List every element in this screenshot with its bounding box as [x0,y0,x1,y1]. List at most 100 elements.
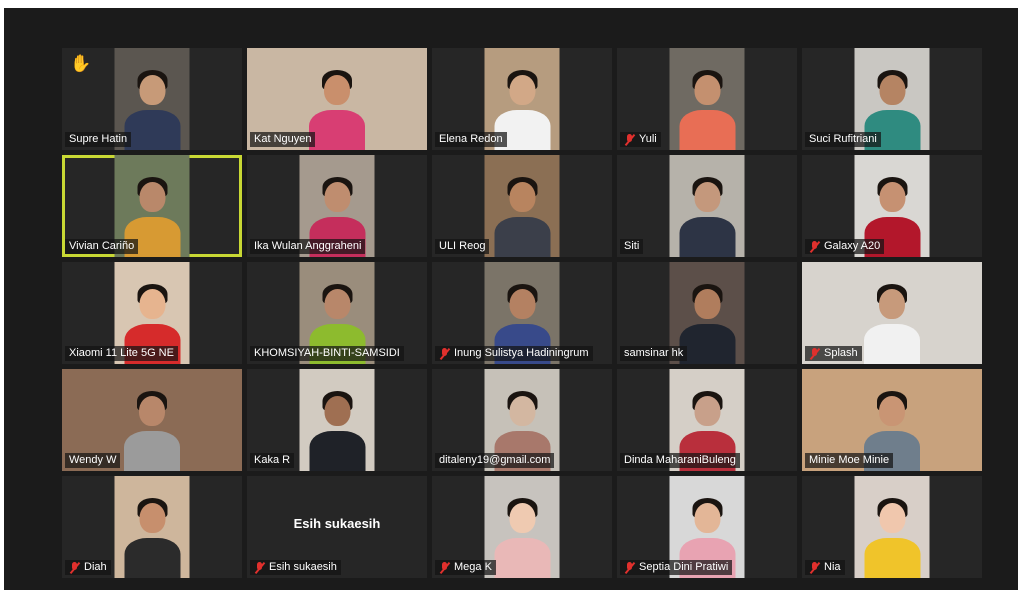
microphone-muted-icon [809,240,820,253]
participant-face [139,74,165,105]
participant-video [484,155,560,257]
participant-body [679,110,735,150]
participant-face [139,502,165,533]
participant-nameplate: Ika Wulan Anggraheni [250,239,366,254]
participant-tile[interactable]: Suci Rufitriani [802,48,982,150]
participant-name: Inung Sulistya Hadiningrum [454,347,589,359]
participant-nameplate: Diah [65,560,111,575]
participant-face [694,288,720,319]
participant-tile[interactable]: ditaleny19@gmail.com [432,369,612,471]
participant-face [509,74,535,105]
participant-nameplate: KHOMSIYAH-BINTI-SAMSIDI [250,346,404,361]
participant-name: Mega K [454,561,492,573]
participant-body [124,110,180,150]
participant-tile[interactable]: ULI Reog [432,155,612,257]
participant-body [679,324,735,364]
participant-face [694,181,720,212]
participant-name: Elena Redon [439,133,503,145]
participant-tile[interactable]: Elena Redon [432,48,612,150]
participant-tile[interactable]: Kat Nguyen [247,48,427,150]
participant-nameplate: Septia Dini Pratiwi [620,560,733,575]
participant-nameplate: Xiaomi 11 Lite 5G NE [65,346,178,361]
meeting-window: ✋ Supre Hatin Kat Nguyen Elena Redon Yuli Suc… [4,8,1018,590]
participant-face [509,395,535,426]
participant-name: Splash [824,347,858,359]
participant-video [114,476,190,578]
participant-center-name: Esih sukaesih [293,516,381,531]
participant-face [139,288,165,319]
participant-tile[interactable]: Inung Sulistya Hadiningrum [432,262,612,364]
participant-face [879,502,905,533]
participant-face [324,181,350,212]
participant-name: samsinar hk [624,347,684,359]
participant-body [124,431,180,471]
participant-name: Dinda MaharaniBuleng [624,454,736,466]
participant-nameplate: Siti [620,239,644,254]
participant-nameplate: Mega K [435,560,496,575]
participant-tile[interactable]: Wendy W [62,369,242,471]
participant-tile[interactable]: Nia [802,476,982,578]
participant-body [309,110,365,150]
participant-name: ULI Reog [439,240,486,252]
participant-face [509,181,535,212]
participant-face [509,502,535,533]
raised-hand-icon: ✋ [70,54,92,73]
participant-body [124,538,180,578]
participant-nameplate: Galaxy A20 [805,239,885,254]
participant-nameplate: Wendy W [65,453,121,468]
participant-name: ditaleny19@gmail.com [439,454,551,466]
participant-body [679,217,735,257]
participant-tile[interactable]: Yuli [617,48,797,150]
participant-nameplate: Suci Rufitriani [805,132,881,147]
participant-tile[interactable]: Dinda MaharaniBuleng [617,369,797,471]
participant-tile[interactable]: Septia Dini Pratiwi [617,476,797,578]
participant-name: Minie Moe Minie [809,454,890,466]
participant-name: Septia Dini Pratiwi [639,561,729,573]
microphone-muted-icon [624,133,635,146]
participant-tile[interactable]: Vivian Cariño [62,155,242,257]
participant-name: Kat Nguyen [254,133,312,145]
participant-video [299,369,375,471]
participant-body [864,538,920,578]
microphone-muted-icon [254,561,265,574]
microphone-muted-icon [809,561,820,574]
participant-face [879,288,905,319]
participant-tile[interactable]: ✋ Supre Hatin [62,48,242,150]
microphone-muted-icon [624,561,635,574]
participant-tile[interactable]: Diah [62,476,242,578]
participant-nameplate: Kaka R [250,453,295,468]
participant-body [494,538,550,578]
participant-tile[interactable]: Esih sukaesih Esih sukaesih [247,476,427,578]
gallery-grid: ✋ Supre Hatin Kat Nguyen Elena Redon Yuli Suc… [62,48,982,578]
participant-name: Yuli [639,133,657,145]
microphone-muted-icon [69,561,80,574]
participant-face [879,181,905,212]
participant-face [879,395,905,426]
participant-nameplate: Nia [805,560,845,575]
participant-face [324,74,350,105]
participant-tile[interactable]: KHOMSIYAH-BINTI-SAMSIDI [247,262,427,364]
participant-name: KHOMSIYAH-BINTI-SAMSIDI [254,347,400,359]
participant-face [694,502,720,533]
participant-name: Supre Hatin [69,133,128,145]
participant-tile[interactable]: Minie Moe Minie [802,369,982,471]
participant-name: Nia [824,561,841,573]
participant-tile[interactable]: Ika Wulan Anggraheni [247,155,427,257]
participant-face [324,288,350,319]
microphone-muted-icon [439,561,450,574]
participant-tile[interactable]: Xiaomi 11 Lite 5G NE [62,262,242,364]
participant-face [139,181,165,212]
participant-body [494,217,550,257]
participant-tile[interactable]: samsinar hk [617,262,797,364]
participant-nameplate: Kat Nguyen [250,132,316,147]
participant-tile[interactable]: Mega K [432,476,612,578]
participant-video [669,48,745,150]
participant-face [694,395,720,426]
participant-tile[interactable]: Splash [802,262,982,364]
participant-tile[interactable]: Galaxy A20 [802,155,982,257]
participant-name: Kaka R [254,454,291,466]
participant-face [509,288,535,319]
participant-tile[interactable]: Kaka R [247,369,427,471]
participant-video [669,155,745,257]
participant-tile[interactable]: Siti [617,155,797,257]
